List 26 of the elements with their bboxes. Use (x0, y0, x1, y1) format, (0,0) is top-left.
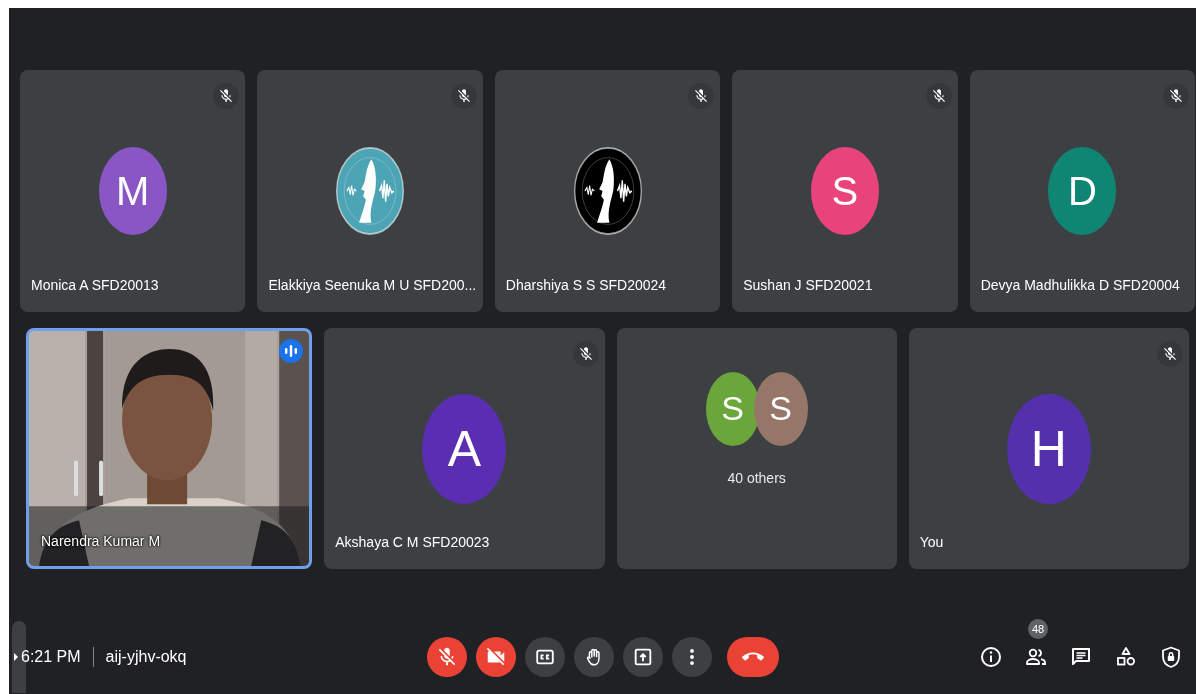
leave-call-button[interactable] (726, 636, 779, 677)
participant-name: You (919, 534, 944, 550)
shield-lock-icon[interactable] (1159, 644, 1183, 669)
avatar: S (753, 371, 808, 446)
camera-button[interactable] (475, 636, 516, 677)
meeting-code: aij-yjhv-okq (105, 647, 187, 666)
more-icon (689, 648, 694, 665)
others-count: 40 others (727, 469, 786, 486)
microphone-button[interactable] (426, 636, 467, 677)
avatar: D (1048, 147, 1117, 235)
avatar: A (422, 393, 507, 504)
avatar: H (1006, 393, 1091, 504)
participant-name: Akshaya C M SFD20023 (335, 534, 490, 550)
participant-name: Devya Madhulikka D SFD20004 (980, 277, 1180, 293)
participant-name: Monica A SFD20013 (31, 277, 159, 293)
camera-off-icon (484, 645, 507, 668)
avatar: S (810, 147, 879, 235)
participant-name: Narendra Kumar M (41, 533, 161, 549)
participant-name: Dharshiya S S SFD20024 (505, 277, 667, 293)
avatar: M (98, 147, 167, 235)
expand-arrow-icon[interactable] (14, 652, 18, 661)
meeting-time: 6:21 PM (21, 647, 81, 666)
participant-name: Elakkiya Seenuka M U SFD200... (268, 277, 477, 293)
participant-name: Sushan J SFD20021 (743, 277, 873, 293)
info-icon[interactable] (979, 644, 1003, 669)
count-badge: 48 (1028, 618, 1048, 639)
